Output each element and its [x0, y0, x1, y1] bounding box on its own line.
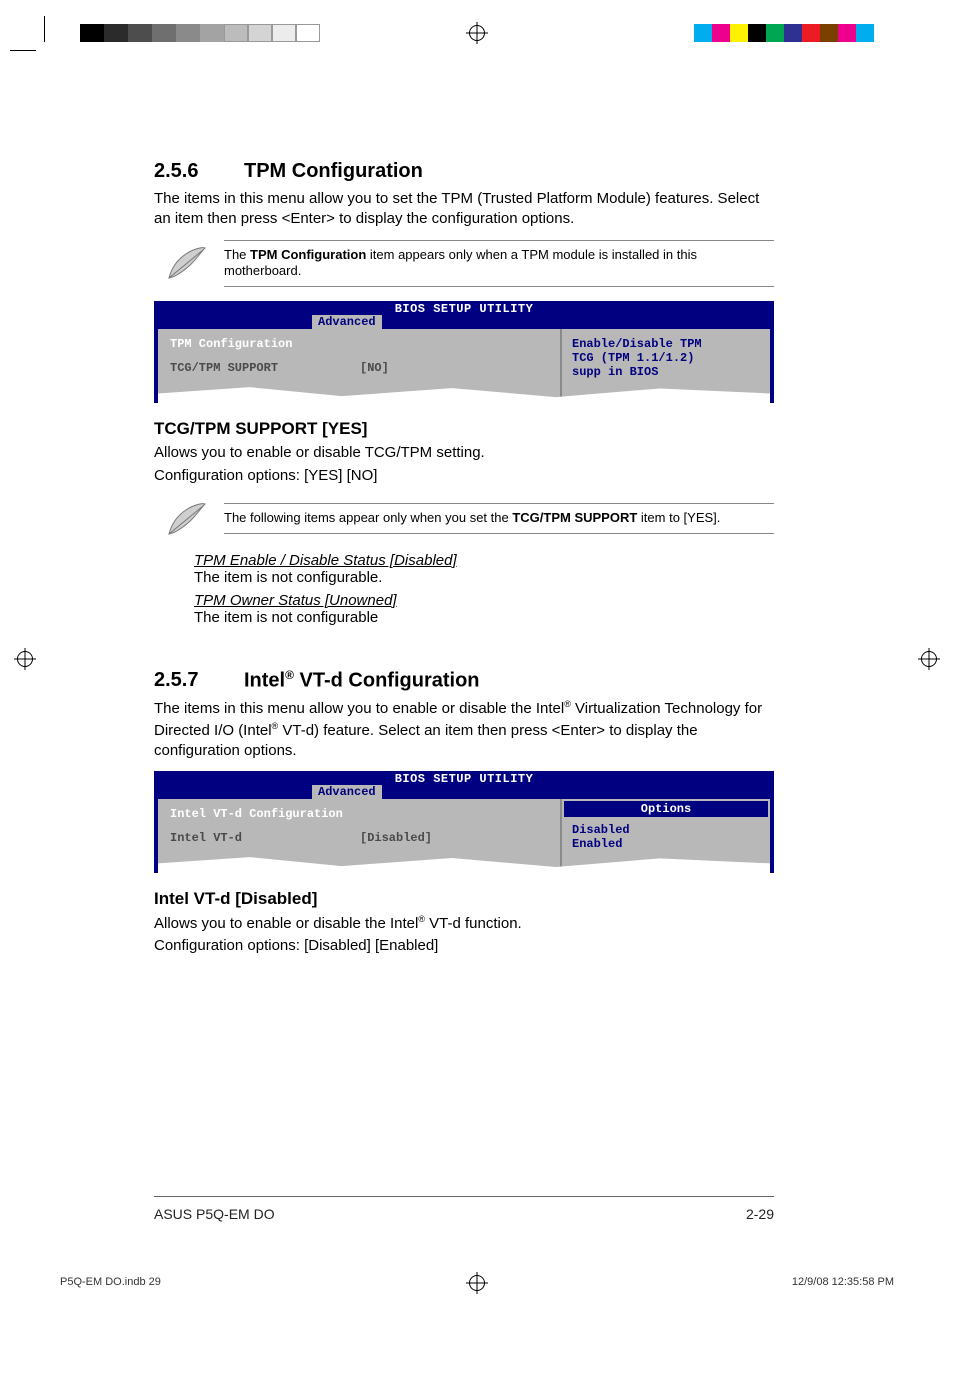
note-text: The following items appear only when you…: [224, 503, 774, 534]
bios-title: BIOS SETUP UTILITY: [158, 771, 770, 786]
section-heading: 2.5.6 TPM Configuration: [154, 160, 774, 183]
sub-setting: TPM Enable / Disable Status [Disabled] T…: [194, 552, 774, 586]
bios-setting-row: Intel VT-d [Disabled]: [170, 831, 548, 845]
registration-target-icon: [14, 648, 36, 670]
sub-setting: TPM Owner Status [Unowned] The item is n…: [194, 592, 774, 626]
section-number: 2.5.7: [154, 669, 244, 692]
setting-heading: Intel VT-d [Disabled]: [154, 889, 774, 909]
section-heading: 2.5.7 Intel® VT-d Configuration: [154, 668, 774, 693]
registration-target-icon: [466, 22, 488, 44]
options-header: Options: [564, 801, 768, 817]
bios-setting-row: TCG/TPM SUPPORT [NO]: [170, 361, 548, 375]
section-intro: The items in this menu allow you to set …: [154, 189, 774, 230]
bios-left-heading: TPM Configuration: [170, 337, 548, 351]
note-block: The following items appear only when you…: [154, 500, 774, 538]
section-number: 2.5.6: [154, 160, 244, 183]
setting-options: Configuration options: [YES] [NO]: [154, 466, 774, 486]
page-content: 2.5.6 TPM Configuration The items in thi…: [154, 160, 774, 957]
bios-left-heading: Intel VT-d Configuration: [170, 807, 548, 821]
footer-product: ASUS P5Q-EM DO: [154, 1206, 275, 1222]
setting-options: Configuration options: [Disabled] [Enabl…: [154, 936, 774, 956]
note-block: The TPM Configuration item appears only …: [154, 240, 774, 288]
bios-screenshot-vtd: BIOS SETUP UTILITY Advanced Intel VT-d C…: [154, 771, 774, 873]
feather-icon: [154, 500, 218, 538]
bios-title: BIOS SETUP UTILITY: [158, 301, 770, 316]
color-swatches: [694, 24, 874, 42]
bios-tab: Advanced: [312, 785, 382, 799]
setting-desc: Allows you to enable or disable TCG/TPM …: [154, 443, 774, 463]
section-title: TPM Configuration: [244, 160, 423, 183]
section-intro: The items in this menu allow you to enab…: [154, 698, 774, 761]
feather-icon: [154, 244, 218, 282]
footer-page-number: 2-29: [746, 1206, 774, 1222]
bios-tab: Advanced: [312, 315, 382, 329]
printer-registration-row: [0, 24, 954, 50]
slug-file: P5Q-EM DO.indb 29: [60, 1276, 161, 1288]
crop-mark-icon: [14, 20, 50, 56]
setting-heading: TCG/TPM SUPPORT [YES]: [154, 419, 774, 439]
bios-screenshot-tpm: BIOS SETUP UTILITY Advanced TPM Configur…: [154, 301, 774, 403]
slug-line: P5Q-EM DO.indb 29 12/9/08 12:35:58 PM: [60, 1276, 894, 1288]
footer-rule: [154, 1196, 774, 1197]
slug-timestamp: 12/9/08 12:35:58 PM: [792, 1276, 894, 1288]
section-title: Intel® VT-d Configuration: [244, 668, 480, 693]
registration-target-icon: [918, 648, 940, 670]
note-text: The TPM Configuration item appears only …: [224, 240, 774, 288]
grayscale-swatches: [80, 24, 320, 42]
setting-desc: Allows you to enable or disable the Inte…: [154, 913, 774, 934]
page-footer: ASUS P5Q-EM DO 2-29: [154, 1206, 774, 1222]
